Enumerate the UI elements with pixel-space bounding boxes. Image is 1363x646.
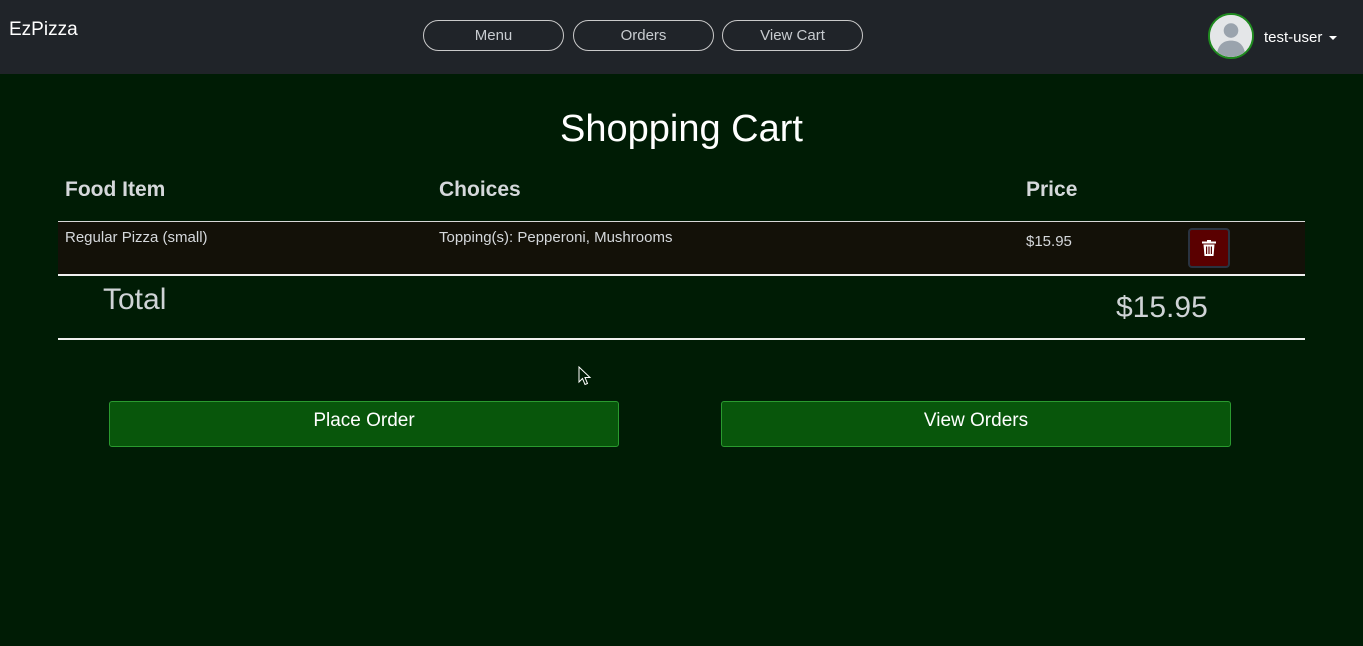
page-title: Shopping Cart: [560, 108, 803, 150]
cart-item-name: Regular Pizza (small): [65, 229, 208, 246]
cart-item-price: $15.95: [1026, 233, 1072, 250]
total-value: $15.95: [1116, 291, 1208, 324]
column-header-price: Price: [1026, 178, 1078, 201]
mouse-cursor-icon: [578, 366, 592, 386]
brand-logo[interactable]: EzPizza: [9, 19, 78, 41]
column-header-food-item: Food Item: [65, 178, 166, 201]
chevron-down-icon: [1329, 35, 1338, 40]
total-bottom-divider: [58, 338, 1305, 340]
total-label: Total: [103, 283, 167, 316]
trash-icon: [1202, 240, 1216, 256]
nav-menu-button[interactable]: Menu: [423, 20, 564, 51]
nav-orders-button[interactable]: Orders: [573, 20, 714, 51]
nav-view-cart-button[interactable]: View Cart: [722, 20, 863, 51]
user-avatar-icon[interactable]: [1208, 13, 1254, 59]
view-orders-button[interactable]: View Orders: [721, 401, 1231, 447]
place-order-button[interactable]: Place Order: [109, 401, 619, 447]
table-bottom-divider: [58, 274, 1305, 276]
user-menu-dropdown[interactable]: test-user: [1264, 27, 1338, 47]
username-label: test-user: [1264, 28, 1323, 46]
table-row: [58, 222, 1305, 275]
column-header-choices: Choices: [439, 178, 521, 201]
user-silhouette-icon: [1210, 15, 1252, 57]
delete-item-button[interactable]: [1188, 228, 1230, 268]
top-navbar: EzPizza Menu Orders View Cart test-user: [0, 0, 1363, 74]
cart-item-choices: Topping(s): Pepperoni, Mushrooms: [439, 229, 673, 246]
